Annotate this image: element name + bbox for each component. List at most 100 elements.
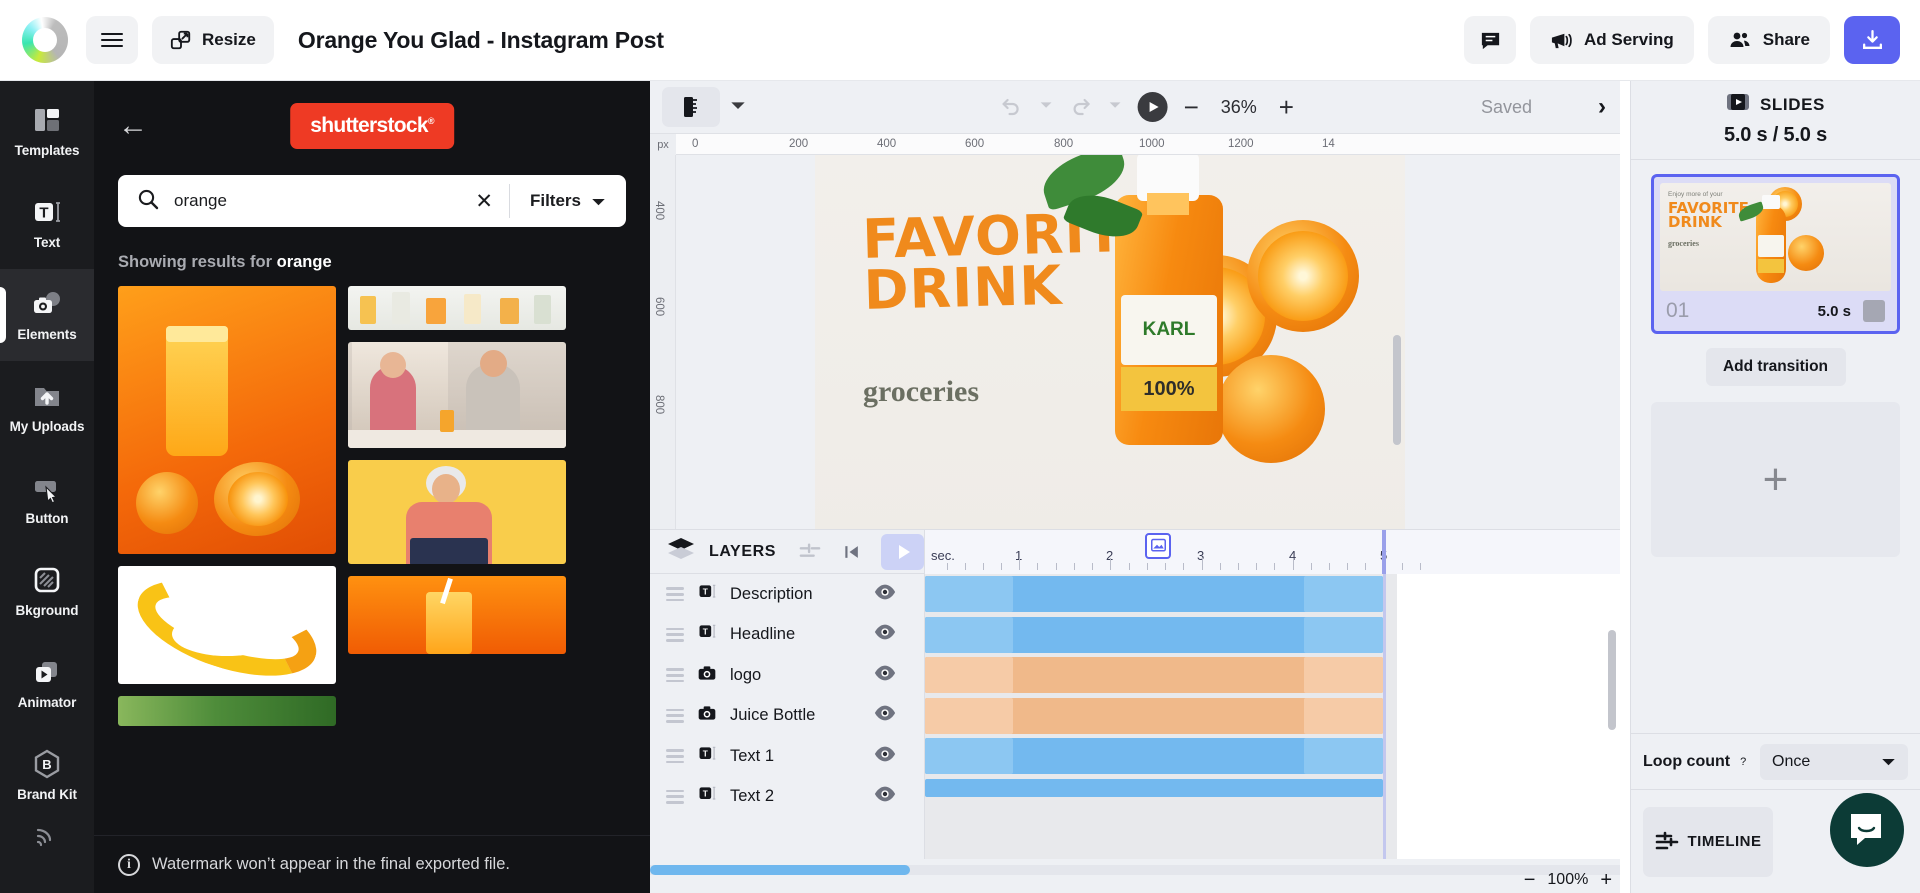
share-button[interactable]: Share (1708, 16, 1830, 64)
timeline-playhead[interactable] (1382, 530, 1386, 574)
sidebar-item-bkground[interactable]: Bkground (0, 545, 94, 637)
drag-handle-icon[interactable] (666, 749, 684, 763)
visibility-toggle-icon[interactable] (874, 785, 896, 808)
sidebar-item-templates[interactable]: Templates (0, 85, 94, 177)
split-icon[interactable] (799, 541, 821, 563)
timeline-button[interactable]: TIMELINE (1643, 807, 1773, 877)
stock-thumb[interactable] (118, 566, 336, 684)
drag-handle-icon[interactable] (666, 628, 684, 642)
sidebar-item-text[interactable]: T Text (0, 177, 94, 269)
redo-dropdown-icon[interactable] (1109, 98, 1122, 116)
timeline-play-button[interactable] (881, 534, 924, 570)
loop-count-select[interactable]: Once (1760, 744, 1908, 780)
stock-thumb[interactable] (348, 342, 566, 448)
shutterstock-logo[interactable]: shutterstock® (290, 103, 454, 149)
timeline-clip-segment[interactable] (1304, 617, 1383, 653)
slide-card[interactable]: Enjoy more of your FAVORITE DRINK grocer… (1651, 174, 1900, 334)
drag-handle-icon[interactable] (666, 709, 684, 723)
results-label: Showing results for orange (118, 253, 626, 272)
download-button[interactable] (1844, 16, 1900, 64)
layer-row[interactable]: T Description (650, 574, 924, 615)
visibility-toggle-icon[interactable] (874, 704, 896, 727)
filters-button[interactable]: Filters (509, 184, 626, 218)
timeline-clip[interactable] (925, 779, 1383, 797)
resize-button[interactable]: Resize (152, 16, 274, 64)
loop-help-icon[interactable]: ? (1740, 756, 1746, 768)
zoom-out-button[interactable]: − (1184, 94, 1199, 120)
drag-handle-icon[interactable] (666, 790, 684, 804)
undo-button[interactable] (1000, 93, 1024, 122)
layer-row[interactable]: Juice Bottle (650, 696, 924, 737)
preview-play-button[interactable] (1138, 92, 1168, 122)
loop-count-value: Once (1772, 753, 1810, 771)
sidebar-item-elements[interactable]: Elements (0, 269, 94, 361)
timeline-clip-segment[interactable] (925, 617, 1013, 653)
redo-button[interactable] (1069, 93, 1093, 122)
timeline-clip-segment[interactable] (925, 576, 1013, 612)
drag-handle-icon[interactable] (666, 587, 684, 601)
timeline-track[interactable] (925, 655, 1620, 696)
timeline-horizontal-scrollbar[interactable] (650, 865, 1620, 875)
chat-support-button[interactable] (1830, 793, 1904, 867)
timeline-zoom-in-button[interactable]: + (1600, 870, 1612, 890)
ad-serving-button[interactable]: Ad Serving (1530, 16, 1694, 64)
zoom-in-button[interactable]: + (1279, 94, 1294, 120)
undo-dropdown-icon[interactable] (1040, 98, 1053, 116)
visibility-toggle-icon[interactable] (874, 745, 896, 768)
scroll-thumb[interactable] (650, 865, 910, 875)
canvas-vertical-scrollbar[interactable] (1393, 335, 1401, 445)
timeline-clip-segment[interactable] (1304, 738, 1383, 774)
track-playhead[interactable] (1383, 574, 1386, 859)
visibility-toggle-icon[interactable] (874, 664, 896, 687)
timeline-clip-segment[interactable] (1304, 576, 1383, 612)
ruler-tick: 1000 (1139, 138, 1165, 150)
ruler-tool-button[interactable] (662, 87, 720, 127)
add-transition-button[interactable]: Add transition (1706, 348, 1846, 386)
artboard[interactable]: FAVORITE DRINK groceries KARL 100% (815, 155, 1405, 529)
timeline-track[interactable] (925, 736, 1620, 777)
back-button[interactable]: ← (118, 111, 148, 141)
svg-text:B: B (42, 757, 51, 772)
layer-row[interactable]: logo (650, 655, 924, 696)
visibility-toggle-icon[interactable] (874, 623, 896, 646)
timeline-track[interactable] (925, 615, 1620, 656)
stock-thumb[interactable] (348, 460, 566, 564)
layer-row[interactable]: T Headline (650, 615, 924, 656)
sidebar-item-brand-kit[interactable]: B Brand Kit (0, 729, 94, 821)
stock-thumb[interactable] (348, 576, 566, 654)
timeline-track[interactable] (925, 574, 1620, 615)
search-input[interactable] (174, 191, 459, 211)
ruler-dropdown-icon[interactable] (730, 97, 746, 118)
timeline-clip-segment[interactable] (925, 738, 1013, 774)
stock-thumb[interactable] (348, 286, 566, 330)
next-panel-button[interactable]: › (1598, 93, 1606, 121)
clear-search-icon[interactable]: ✕ (459, 189, 509, 214)
timeline-clip-segment[interactable] (925, 698, 1013, 734)
layers-vertical-scrollbar[interactable] (1608, 630, 1616, 730)
timeline-clip-segment[interactable] (1304, 698, 1383, 734)
comments-button[interactable] (1464, 16, 1516, 64)
sidebar-item-my-uploads[interactable]: My Uploads (0, 361, 94, 453)
visibility-toggle-icon[interactable] (874, 583, 896, 606)
sidebar-more-icon[interactable] (0, 827, 94, 849)
timeline-clip-segment[interactable] (1304, 657, 1383, 693)
menu-button[interactable] (86, 16, 138, 64)
stock-thumb[interactable] (118, 286, 336, 554)
image-marker-icon[interactable] (1145, 533, 1171, 559)
layer-row[interactable]: T Text 1 (650, 736, 924, 777)
slides-duration: 5.0 s / 5.0 s (1631, 124, 1920, 147)
slide-options-button[interactable] (1863, 300, 1885, 322)
sidebar-item-animator[interactable]: Animator (0, 637, 94, 729)
timeline-clip-segment[interactable] (925, 657, 1013, 693)
drag-handle-icon[interactable] (666, 668, 684, 682)
layer-row[interactable]: T Text 2 (650, 777, 924, 818)
timeline-label: TIMELINE (1688, 833, 1762, 850)
skip-to-start-icon[interactable] (842, 542, 862, 562)
app-logo[interactable] (22, 17, 68, 63)
sidebar-item-button[interactable]: Button (0, 453, 94, 545)
timeline-track[interactable] (925, 777, 1620, 818)
timeline-zoom-out-button[interactable]: − (1524, 870, 1536, 890)
timeline-track[interactable] (925, 696, 1620, 737)
add-slide-button[interactable]: + (1651, 402, 1900, 557)
stock-thumb[interactable] (118, 696, 336, 726)
